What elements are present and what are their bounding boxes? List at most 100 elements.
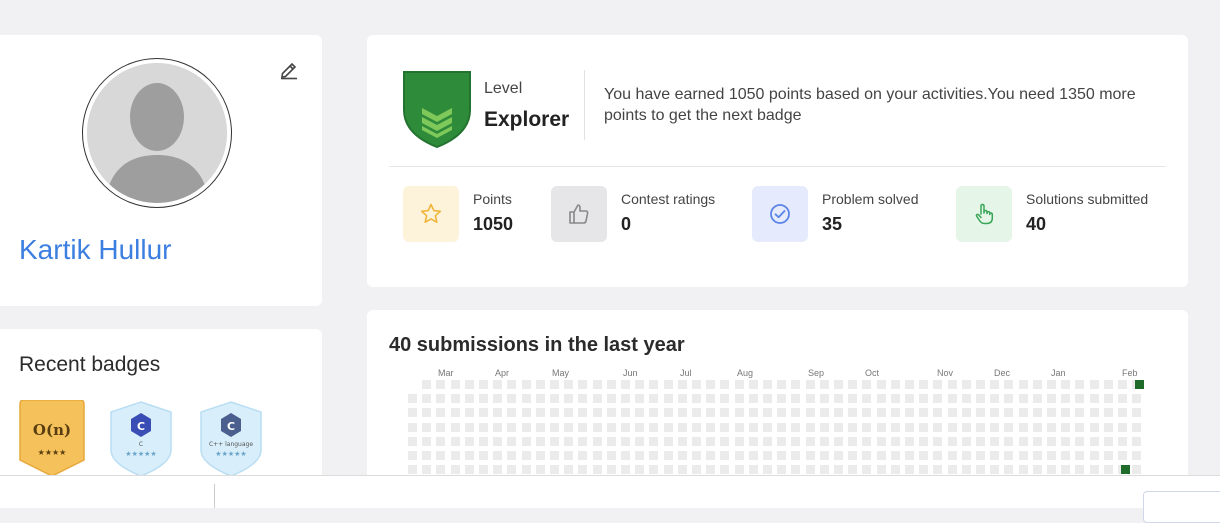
heatmap-cell[interactable]: [578, 465, 588, 475]
heatmap-cell[interactable]: [408, 451, 417, 460]
heatmap-cell[interactable]: [791, 451, 801, 460]
heatmap-cell[interactable]: [677, 436, 687, 446]
heatmap-cell[interactable]: [947, 465, 957, 475]
heatmap-cell[interactable]: [748, 408, 758, 418]
heatmap-cell[interactable]: [947, 380, 957, 389]
heatmap-cell[interactable]: [1075, 408, 1085, 418]
heatmap-cell[interactable]: [848, 422, 858, 432]
heatmap-cell[interactable]: [763, 465, 772, 475]
heatmap-cell[interactable]: [905, 436, 914, 446]
heatmap-cell[interactable]: [1032, 436, 1042, 446]
heatmap-cell[interactable]: [1018, 380, 1028, 389]
heatmap-cell[interactable]: [706, 465, 716, 475]
heatmap-cell[interactable]: [564, 380, 574, 389]
heatmap-cell[interactable]: [493, 422, 503, 432]
heatmap-cell[interactable]: [805, 422, 815, 432]
heatmap-cell[interactable]: [564, 408, 574, 418]
heatmap-cell[interactable]: [606, 394, 616, 404]
heatmap-cell[interactable]: [507, 394, 517, 404]
heatmap-cell[interactable]: [663, 465, 673, 475]
heatmap-cell[interactable]: [905, 394, 914, 404]
heatmap-cell[interactable]: [1132, 408, 1142, 418]
heatmap-cell[interactable]: [848, 380, 858, 389]
heatmap-cell[interactable]: [692, 436, 701, 446]
heatmap-cell[interactable]: [1004, 422, 1014, 432]
heatmap-cell[interactable]: [1103, 436, 1113, 446]
heatmap-cell[interactable]: [1061, 394, 1071, 404]
heatmap-cell[interactable]: [1061, 380, 1071, 389]
heatmap-cell[interactable]: [890, 451, 900, 460]
heatmap-cell[interactable]: [947, 408, 957, 418]
heatmap-cell[interactable]: [862, 465, 872, 475]
heatmap-cell[interactable]: [464, 436, 474, 446]
heatmap-cell[interactable]: [606, 408, 616, 418]
heatmap-cell[interactable]: [436, 408, 446, 418]
heatmap-cell[interactable]: [819, 408, 829, 418]
heatmap-cell[interactable]: [805, 408, 815, 418]
heatmap-cell[interactable]: [464, 408, 474, 418]
heatmap-cell[interactable]: [507, 380, 517, 389]
heatmap-cell[interactable]: [1103, 465, 1113, 475]
heatmap-cell[interactable]: [834, 451, 843, 460]
heatmap-cell[interactable]: [1061, 465, 1071, 475]
heatmap-cell[interactable]: [720, 394, 730, 404]
heatmap-cell[interactable]: [734, 436, 744, 446]
heatmap-cell[interactable]: [976, 408, 985, 418]
heatmap-cell[interactable]: [1018, 394, 1028, 404]
heatmap-cell[interactable]: [805, 451, 815, 460]
heatmap-cell[interactable]: [990, 380, 1000, 389]
heatmap-cell[interactable]: [621, 451, 630, 460]
heatmap-cell[interactable]: [763, 408, 772, 418]
heatmap-cell[interactable]: [1075, 436, 1085, 446]
heatmap-cell[interactable]: [663, 422, 673, 432]
heatmap-cell[interactable]: [805, 465, 815, 475]
heatmap-cell[interactable]: [464, 380, 474, 389]
heatmap-cell[interactable]: [905, 422, 914, 432]
heatmap-cell[interactable]: [535, 436, 545, 446]
heatmap-cell[interactable]: [550, 422, 559, 432]
heatmap-cell[interactable]: [1103, 451, 1113, 460]
heatmap-cell[interactable]: [621, 408, 630, 418]
heatmap-cell[interactable]: [976, 465, 985, 475]
heatmap-cell[interactable]: [1004, 394, 1014, 404]
heatmap-cell[interactable]: [862, 408, 872, 418]
heatmap-cell-active[interactable]: [1121, 465, 1130, 474]
heatmap-cell[interactable]: [436, 380, 446, 389]
heatmap-cell[interactable]: [905, 380, 914, 389]
heatmap-cell[interactable]: [890, 380, 900, 389]
heatmap-cell[interactable]: [748, 465, 758, 475]
heatmap-cell[interactable]: [862, 436, 872, 446]
heatmap-cell[interactable]: [1118, 408, 1127, 418]
heatmap-cell[interactable]: [834, 422, 843, 432]
heatmap-cell[interactable]: [890, 465, 900, 475]
heatmap-cell[interactable]: [1047, 465, 1056, 475]
heatmap-cell[interactable]: [521, 422, 531, 432]
heatmap-cell[interactable]: [720, 408, 730, 418]
heatmap-cell[interactable]: [677, 465, 687, 475]
heatmap-cell[interactable]: [550, 465, 559, 475]
heatmap-cell[interactable]: [1103, 394, 1113, 404]
heatmap-cell[interactable]: [507, 408, 517, 418]
heatmap-cell[interactable]: [862, 380, 872, 389]
heatmap-cell[interactable]: [777, 394, 787, 404]
heatmap-cell[interactable]: [635, 465, 645, 475]
heatmap-cell[interactable]: [905, 408, 914, 418]
heatmap-cell[interactable]: [1004, 408, 1014, 418]
heatmap-cell[interactable]: [1132, 394, 1142, 404]
heatmap-cell[interactable]: [777, 465, 787, 475]
heatmap-cell[interactable]: [677, 408, 687, 418]
heatmap-cell[interactable]: [848, 465, 858, 475]
heatmap-cell[interactable]: [663, 436, 673, 446]
heatmap-cell[interactable]: [1018, 436, 1028, 446]
heatmap-cell[interactable]: [564, 422, 574, 432]
heatmap-cell[interactable]: [635, 394, 645, 404]
heatmap-cell[interactable]: [976, 380, 985, 389]
heatmap-cell[interactable]: [649, 436, 659, 446]
heatmap-cell[interactable]: [919, 436, 929, 446]
heatmap-cell[interactable]: [976, 394, 985, 404]
heatmap-cell[interactable]: [408, 422, 417, 432]
heatmap-cell[interactable]: [876, 408, 886, 418]
heatmap-cell[interactable]: [905, 465, 914, 475]
heatmap-cell[interactable]: [578, 394, 588, 404]
heatmap-cell[interactable]: [933, 451, 943, 460]
